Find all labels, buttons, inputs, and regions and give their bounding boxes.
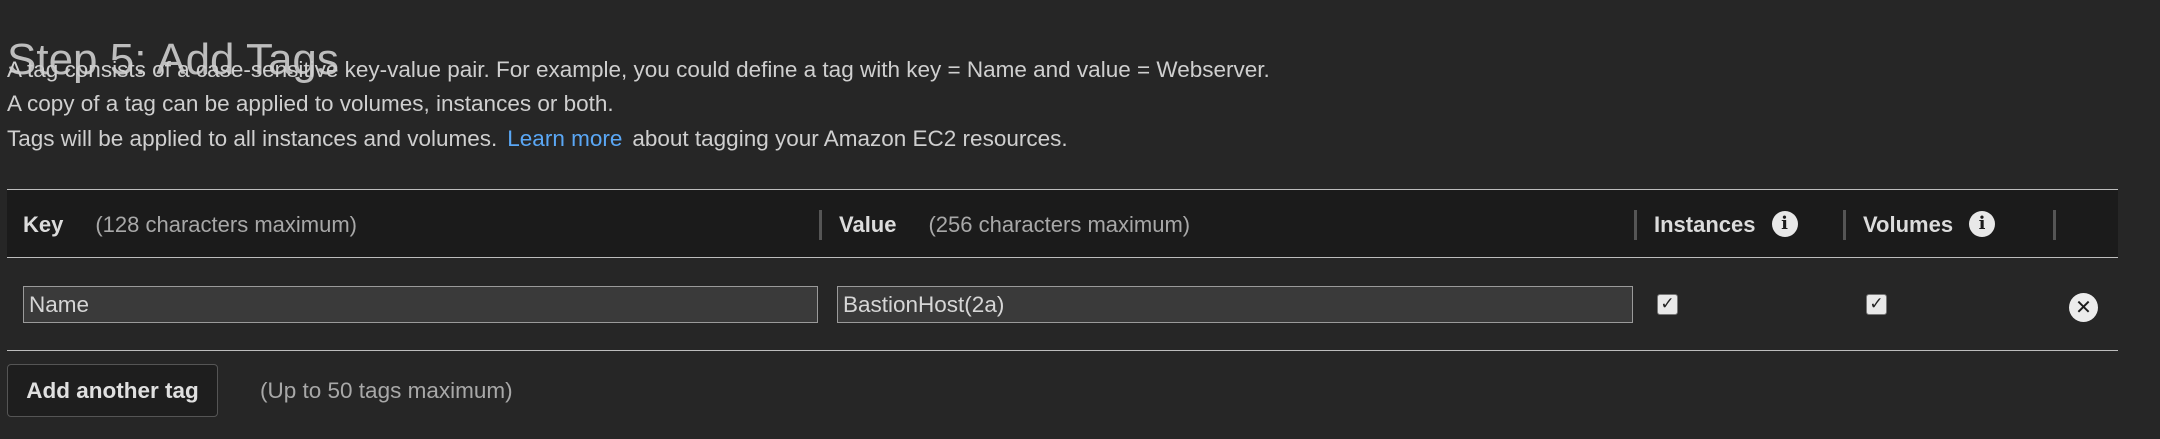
instances-column-header: Instances i: [1654, 190, 1798, 259]
column-divider: [1843, 210, 1846, 240]
column-divider: [819, 210, 822, 240]
description-line-3-prefix: Tags will be applied to all instances an…: [7, 126, 498, 151]
close-circle-icon[interactable]: ✕: [2069, 293, 2098, 322]
volumes-column-header: Volumes i: [1863, 190, 1996, 259]
description-line-3-suffix: about tagging your Amazon EC2 resources.: [632, 126, 1068, 151]
instances-column-label: Instances: [1654, 212, 1756, 237]
tag-row: Name BastionHost(2a) ✓ ✓ ✕: [7, 258, 2118, 351]
add-another-tag-button[interactable]: Add another tag: [7, 364, 218, 417]
tag-value-input[interactable]: BastionHost(2a): [837, 286, 1633, 323]
volumes-column-label: Volumes: [1863, 212, 1954, 237]
tag-key-input[interactable]: Name: [23, 286, 818, 323]
key-column-hint: (128 characters maximum): [95, 212, 357, 237]
tags-table-header: Key (128 characters maximum) Value (256 ch…: [7, 189, 2118, 258]
key-column-label: Key: [23, 212, 64, 237]
description-line-2: A copy of a tag can be applied to volume…: [7, 91, 614, 116]
column-divider: [2053, 210, 2056, 240]
volumes-checkbox[interactable]: ✓: [1866, 294, 1887, 315]
value-column-hint: (256 characters maximum): [928, 212, 1191, 237]
value-column-header: Value (256 characters maximum): [839, 190, 1190, 259]
max-tags-hint: (Up to 50 tags maximum): [260, 378, 513, 403]
instances-checkbox[interactable]: ✓: [1657, 294, 1678, 315]
column-divider: [1634, 210, 1637, 240]
description-line-1: A tag consists of a case-sensitive key-v…: [7, 57, 1270, 82]
description-line-3: Tags will be applied to all instances an…: [7, 124, 1068, 154]
value-column-label: Value: [839, 212, 897, 237]
info-icon[interactable]: i: [1969, 211, 1996, 238]
key-column-header: Key (128 characters maximum): [23, 190, 357, 259]
info-icon[interactable]: i: [1771, 211, 1798, 238]
learn-more-link[interactable]: Learn more: [507, 126, 622, 151]
